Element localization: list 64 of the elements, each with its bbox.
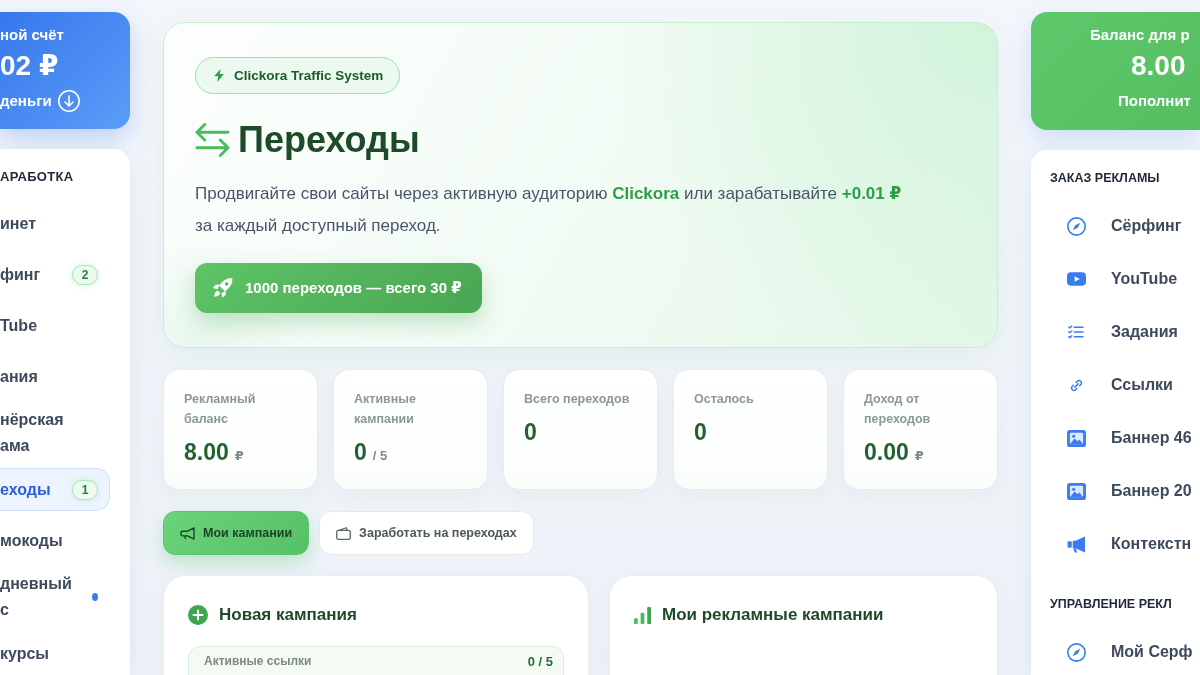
stat-label: Активные кампании (354, 391, 417, 428)
stat-label: Всего переходов (524, 391, 631, 408)
stat-unit: ₽ (234, 448, 244, 463)
tab[interactable]: Заработать на переходах (319, 511, 534, 555)
panel-title: Мои рекламные кампании (662, 604, 884, 626)
info-value: 0 / 5 (527, 654, 553, 669)
swap-arrows-icon (195, 121, 230, 160)
stat-value: 8.00 (184, 438, 229, 466)
link-icon (1069, 378, 1083, 392)
stat-unit: / 5 (372, 448, 388, 463)
page-title: Переходы (238, 120, 420, 161)
panel-title: Новая кампания (219, 604, 357, 626)
count-badge: 2 (72, 264, 98, 285)
compass-icon (1066, 642, 1086, 662)
section-heading: ЗАКАЗ РЕКЛАМЫ (1050, 170, 1161, 187)
compass-icon (1066, 216, 1086, 236)
sidebar-item[interactable]: инет (0, 202, 110, 245)
stat-value: 0 (524, 418, 537, 446)
down-arrow-circle-icon (57, 90, 80, 112)
sidebar-item[interactable]: Контекстн (1050, 522, 1200, 566)
count-badge: 1 (72, 479, 98, 500)
brand-chip-label: Clickora Traffic System (234, 68, 384, 84)
balance-amount: 8.00 (1131, 49, 1186, 83)
stat-value: 0 (354, 438, 367, 466)
image-icon (1066, 482, 1086, 500)
sidebar-item[interactable]: Мой Серф (1050, 630, 1200, 674)
sidebar-item[interactable]: Ссылки (1050, 363, 1200, 407)
plus-circle-icon (188, 605, 208, 625)
sidebar-item[interactable]: курсы (0, 632, 110, 675)
stat-label: Рекламный баланс (184, 391, 257, 428)
sidebar-item[interactable]: еходы 1 (0, 468, 110, 511)
account-title: ной счёт (0, 25, 64, 45)
megaphone-icon (1066, 535, 1086, 553)
stat-unit: ₽ (914, 448, 924, 463)
stat-label: Доход от переходов (864, 391, 932, 428)
balance-title: Баланс для р (1090, 25, 1190, 45)
wallet-icon (336, 526, 352, 540)
info-label: Активные ссылки (204, 654, 312, 669)
sidebar-item[interactable]: финг 2 (0, 253, 110, 296)
lightning-icon (214, 69, 224, 83)
hero-description: Продвигайте свои сайты через активную аудиторию Clickora или зарабатывайте +0.01 ₽ за каждый доступный переход. (195, 183, 903, 238)
sidebar-item[interactable]: Задания (1050, 310, 1200, 354)
section-heading: АРАБОТКА (0, 168, 75, 186)
rocket-icon (213, 278, 233, 299)
sidebar-item[interactable]: дневный с (0, 570, 110, 624)
tab[interactable]: Мои кампании (163, 511, 310, 555)
stat-value: 0 (694, 418, 707, 446)
sidebar-item[interactable]: нёрская ама (0, 406, 110, 460)
megaphone-icon (180, 526, 195, 540)
account-amount: 02 ₽ (0, 49, 59, 83)
section-heading: УПРАВЛЕНИЕ РЕКЛ (1050, 596, 1173, 613)
bar-chart-icon (634, 606, 651, 624)
sidebar-item[interactable]: Сёрфинг (1050, 204, 1200, 248)
sidebar-item[interactable]: ания (0, 355, 110, 398)
sidebar-item[interactable]: Баннер 46 (1050, 416, 1200, 460)
sidebar-item[interactable]: Tube (0, 304, 110, 347)
sidebar-item[interactable]: YouTube (1050, 257, 1200, 301)
play-button-icon (1066, 272, 1086, 286)
stat-value: 0.00 (864, 438, 909, 466)
image-icon (1066, 429, 1086, 447)
stat-label: Осталось (694, 391, 755, 408)
sidebar-item[interactable]: Баннер 20 (1050, 469, 1200, 513)
sidebar-item[interactable]: мокоды (0, 519, 110, 562)
checklist-icon (1068, 325, 1084, 339)
